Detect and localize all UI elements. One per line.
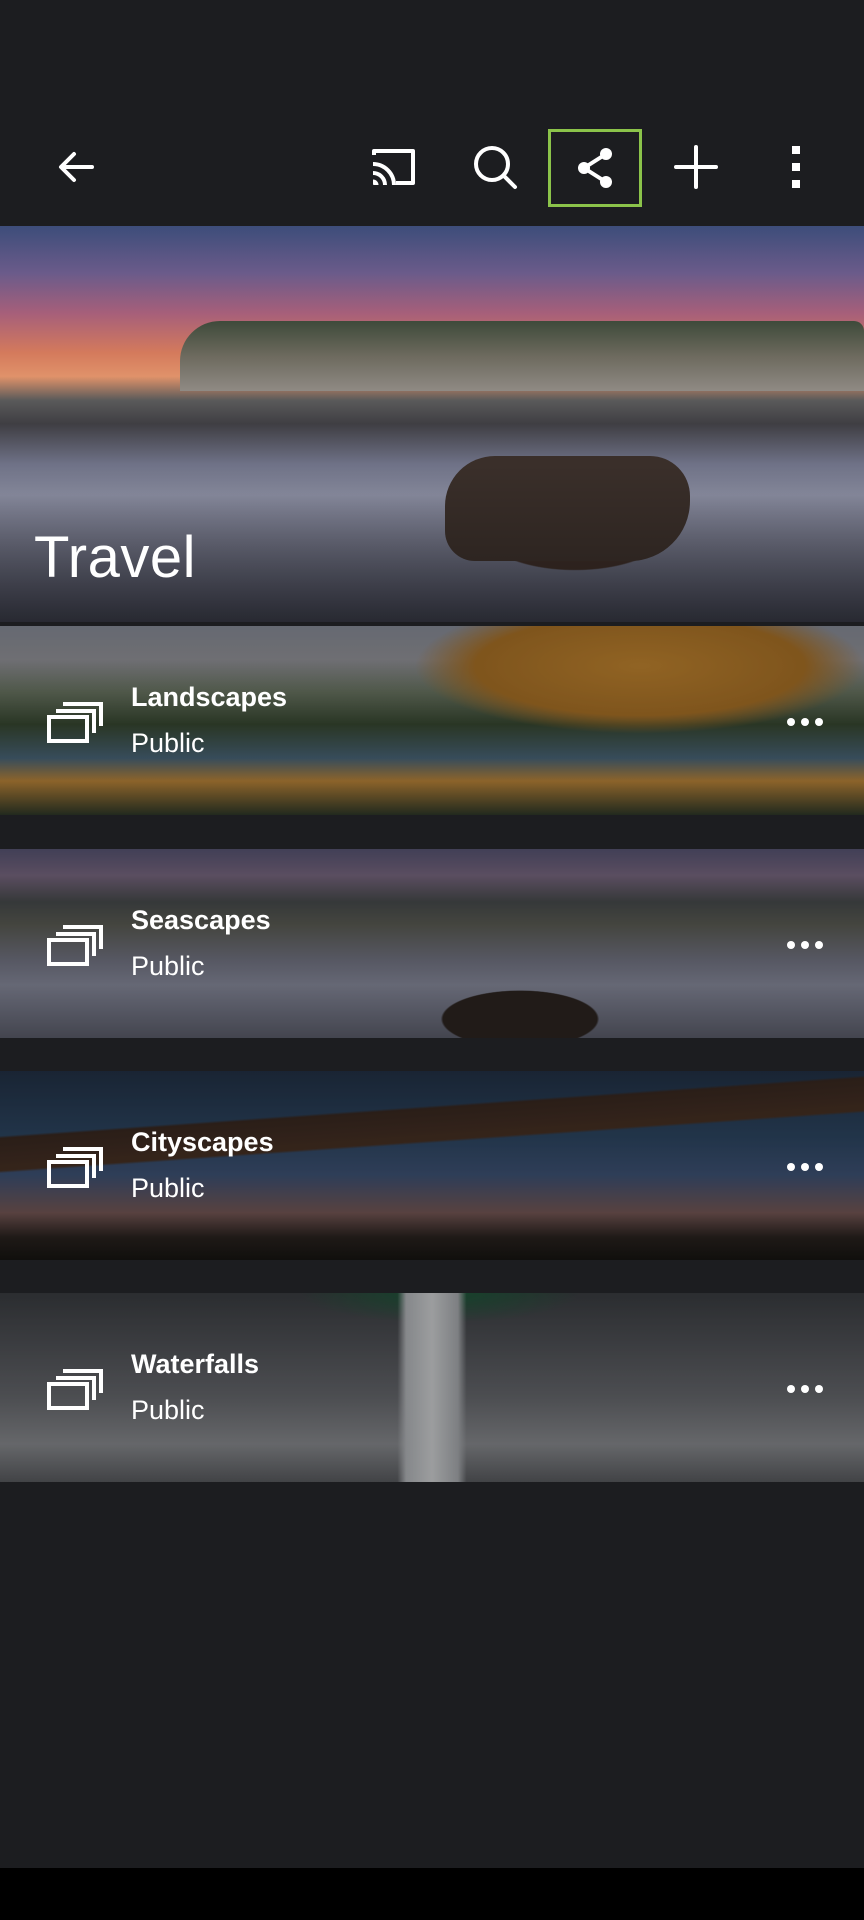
album-name: Waterfalls	[131, 1349, 260, 1379]
album-image-shade	[0, 1071, 864, 1260]
album-stack-icon	[47, 702, 103, 743]
more-options-button[interactable]	[748, 108, 844, 226]
album-image-shade	[0, 1293, 864, 1482]
plus-icon	[674, 145, 718, 189]
search-icon	[474, 146, 517, 189]
album-row-cityscapes[interactable]: Cityscapes Public	[0, 1071, 864, 1260]
cast-icon	[372, 149, 415, 186]
navigation-bar	[0, 1868, 864, 1920]
album-image-shade	[0, 626, 864, 815]
album-visibility: Public	[131, 1395, 205, 1425]
header-landscape-shape	[180, 321, 864, 391]
gallery-title: Travel	[34, 525, 196, 590]
album-image-shade	[0, 849, 864, 1038]
album-stack-icon	[47, 1369, 103, 1410]
share-button[interactable]	[548, 129, 642, 207]
album-visibility: Public	[131, 1173, 205, 1203]
album-more-button[interactable]	[780, 1369, 830, 1409]
album-more-button[interactable]	[780, 702, 830, 742]
album-visibility: Public	[131, 951, 205, 981]
cast-button[interactable]	[345, 108, 441, 226]
album-stack-icon	[47, 1147, 103, 1188]
album-row-landscapes[interactable]: Landscapes Public	[0, 626, 864, 815]
status-bar	[0, 0, 864, 108]
album-more-button[interactable]	[780, 1147, 830, 1187]
more-vertical-icon	[792, 146, 800, 188]
share-icon	[578, 148, 612, 188]
app-bar	[0, 108, 864, 226]
back-button[interactable]	[28, 108, 124, 226]
album-name: Landscapes	[131, 682, 288, 712]
search-button[interactable]	[447, 108, 543, 226]
album-stack-icon	[47, 925, 103, 966]
album-name: Seascapes	[131, 905, 271, 935]
header-driftwood-shape	[445, 456, 690, 561]
album-visibility: Public	[131, 728, 205, 758]
album-row-waterfalls[interactable]: Waterfalls Public	[0, 1293, 864, 1482]
add-button[interactable]	[648, 108, 744, 226]
arrow-left-icon	[59, 152, 94, 182]
album-more-button[interactable]	[780, 925, 830, 965]
album-row-seascapes[interactable]: Seascapes Public	[0, 849, 864, 1038]
gallery-header-image: Travel	[0, 226, 864, 622]
album-name: Cityscapes	[131, 1127, 274, 1157]
